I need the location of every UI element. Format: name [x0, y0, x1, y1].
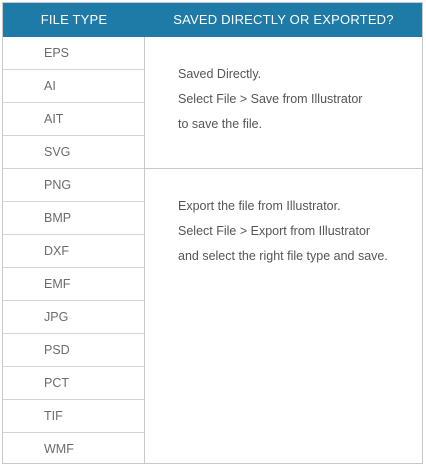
file-type-cell: AIT: [3, 103, 144, 136]
file-type-cell: PCT: [3, 367, 144, 400]
header-file-type: FILE TYPE: [40, 12, 108, 27]
file-type-cell: PSD: [3, 334, 144, 367]
saved-directly-description: Saved Directly. Select File > Save from …: [178, 62, 362, 137]
file-type-cell: JPG: [3, 301, 144, 334]
file-type-cell: AI: [3, 70, 144, 103]
file-type-cell: WMF: [44, 442, 74, 456]
group-divider: [145, 168, 422, 169]
exported-description: Export the file from Illustrator. Select…: [178, 194, 388, 269]
description-line: to save the file.: [178, 117, 263, 131]
column-divider: [144, 37, 145, 463]
file-type-cell: BMP: [3, 202, 144, 235]
file-type-cell: EMF: [3, 268, 144, 301]
description-line: Saved Directly.: [178, 67, 262, 81]
description-line: and select the right file type and save.: [178, 249, 388, 263]
file-type-table: FILE TYPE SAVED DIRECTLY OR EXPORTED? EP…: [2, 2, 423, 464]
table-header: FILE TYPE SAVED DIRECTLY OR EXPORTED?: [3, 3, 422, 37]
file-type-cell: TIF: [3, 400, 144, 433]
header-saved-or-exported: SAVED DIRECTLY OR EXPORTED?: [173, 12, 394, 27]
description-line: Export the file from Illustrator.: [178, 199, 341, 213]
file-type-cell: DXF: [3, 235, 144, 268]
description-line: Select File > Save from Illustrator: [178, 92, 363, 106]
file-type-cell: PNG: [3, 169, 144, 202]
description-line: Select File > Export from Illustrator: [178, 224, 371, 238]
file-type-cell: SVG: [3, 136, 144, 169]
file-type-cell: EPS: [3, 37, 144, 70]
